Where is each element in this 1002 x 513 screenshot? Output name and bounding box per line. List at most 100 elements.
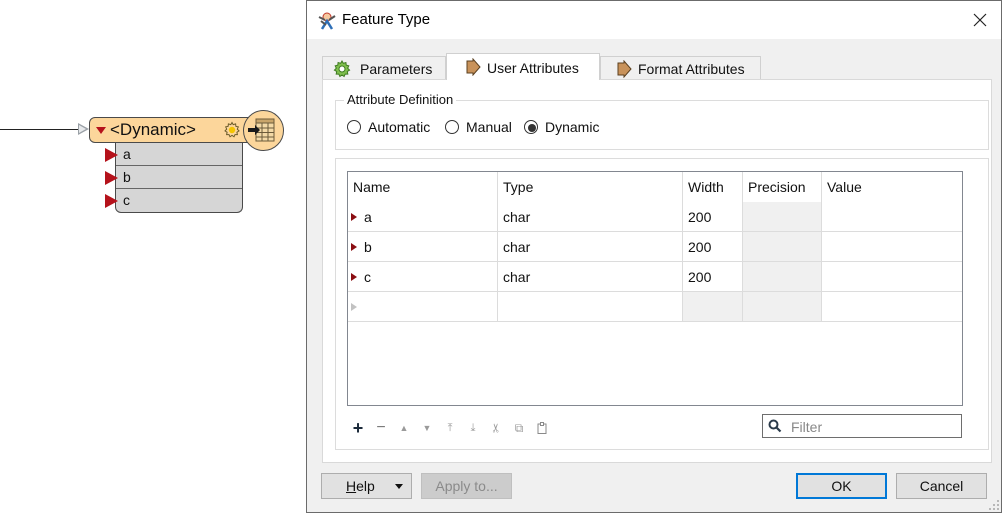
close-button[interactable] <box>969 9 991 31</box>
input-port-icon[interactable] <box>78 123 89 135</box>
cell-name-text: b <box>364 239 372 255</box>
node-title: <Dynamic> <box>110 120 196 139</box>
move-up-button[interactable]: ▲ <box>396 419 412 437</box>
attribute-name: a <box>123 146 131 162</box>
radio-circle[interactable] <box>445 120 459 134</box>
attribute-port-icon[interactable] <box>105 171 118 185</box>
radio-label: Dynamic <box>545 119 600 135</box>
copy-button[interactable]: ⧉ <box>511 419 527 437</box>
cell-name[interactable]: a <box>348 202 498 232</box>
row-marker-icon <box>351 273 357 282</box>
table-row[interactable]: a char 200 <box>348 202 962 232</box>
table-header-row: Name Type Width Precision Value <box>348 172 962 202</box>
column-header-width[interactable]: Width <box>683 172 743 202</box>
move-to-bottom-button[interactable]: ⤓ <box>465 419 481 437</box>
cell-name[interactable] <box>348 292 498 322</box>
resize-grip-icon[interactable] <box>989 500 999 510</box>
node-attribute-row[interactable]: c <box>105 189 242 212</box>
filter-input[interactable] <box>789 418 958 436</box>
chevron-down-icon[interactable] <box>395 484 403 489</box>
collapse-triangle-icon[interactable] <box>96 127 106 134</box>
radio-label: Automatic <box>368 119 431 135</box>
radio-selected-dot <box>528 124 536 132</box>
cancel-button[interactable]: Cancel <box>896 473 987 499</box>
cut-button[interactable]: ✂ <box>487 420 505 436</box>
move-to-top-button[interactable]: ⤒ <box>442 419 458 437</box>
attribute-name: c <box>123 192 130 208</box>
cell-value[interactable] <box>822 232 962 262</box>
fme-app-icon <box>317 11 337 31</box>
attributes-table: Name Type Width Precision Value a char 2… <box>347 171 963 406</box>
cell-precision <box>743 202 822 232</box>
tab-parameters[interactable]: Parameters <box>322 56 446 80</box>
feature-type-node-header[interactable]: <Dynamic> <box>89 117 259 143</box>
search-icon <box>768 419 782 433</box>
radio-circle[interactable] <box>524 120 538 134</box>
connection-line[interactable] <box>0 129 80 130</box>
cell-type[interactable]: char <box>498 232 683 262</box>
cell-type[interactable]: char <box>498 202 683 232</box>
cell-name-text: a <box>364 209 372 225</box>
dialog-titlebar[interactable]: Feature Type <box>307 1 1001 39</box>
remove-row-button[interactable]: − <box>373 419 389 437</box>
writer-table-icon[interactable] <box>243 110 284 151</box>
node-attribute-list: a b c <box>105 143 243 213</box>
add-row-button[interactable]: + <box>350 419 366 437</box>
row-marker-icon <box>351 243 357 252</box>
workspace-canvas[interactable]: <Dynamic> a b c <box>0 0 306 513</box>
feature-type-dialog: Feature Type Parameters User Attributes … <box>306 0 1002 513</box>
column-header-value[interactable]: Value <box>822 172 962 202</box>
tab-user-attributes[interactable]: User Attributes <box>446 53 600 80</box>
cell-type[interactable] <box>498 292 683 322</box>
tab-label: Parameters <box>360 61 433 77</box>
table-row-new[interactable] <box>348 292 962 322</box>
user-attributes-panel: Attribute Definition Automatic Manual Dy… <box>322 79 992 463</box>
filter-field[interactable] <box>762 414 962 438</box>
cell-value[interactable] <box>822 292 962 322</box>
ok-button[interactable]: OK <box>796 473 887 499</box>
column-header-type[interactable]: Type <box>498 172 683 202</box>
row-marker-icon <box>351 213 357 222</box>
apply-to-button: Apply to... <box>421 473 512 499</box>
cell-width[interactable]: 200 <box>683 232 743 262</box>
attribute-name: b <box>123 169 131 185</box>
cell-width <box>683 292 743 322</box>
cell-name[interactable]: c <box>348 262 498 292</box>
clipboard-icon <box>537 422 547 434</box>
arrow-icon <box>465 57 481 79</box>
table-row[interactable]: c char 200 <box>348 262 962 292</box>
move-down-button[interactable]: ▼ <box>419 419 435 437</box>
cell-precision <box>743 262 822 292</box>
cell-value[interactable] <box>822 262 962 292</box>
cell-precision <box>743 292 822 322</box>
gear-icon <box>333 59 351 81</box>
tab-format-attributes[interactable]: Format Attributes <box>600 56 761 80</box>
cell-name[interactable]: b <box>348 232 498 262</box>
attribute-port-icon[interactable] <box>105 194 118 208</box>
tab-label: Format Attributes <box>638 61 745 77</box>
tab-label: User Attributes <box>487 60 579 76</box>
new-row-marker-icon <box>351 303 357 312</box>
column-header-precision[interactable]: Precision <box>743 172 822 202</box>
attribute-port-icon[interactable] <box>105 148 118 162</box>
node-attribute-row[interactable]: b <box>105 166 242 189</box>
cell-width[interactable]: 200 <box>683 262 743 292</box>
radio-circle[interactable] <box>347 120 361 134</box>
help-button[interactable]: Help <box>321 473 412 499</box>
cell-value[interactable] <box>822 202 962 232</box>
help-label: Help <box>346 478 375 494</box>
attribute-definition-group: Attribute Definition Automatic Manual Dy… <box>335 92 989 150</box>
node-attribute-row[interactable]: a <box>105 143 242 166</box>
cell-precision <box>743 232 822 262</box>
arrow-icon <box>616 59 632 81</box>
paste-button[interactable] <box>534 419 550 437</box>
group-title: Attribute Definition <box>344 92 457 107</box>
close-icon <box>973 13 987 27</box>
table-row[interactable]: b char 200 <box>348 232 962 262</box>
gear-icon[interactable] <box>223 121 241 143</box>
cell-type[interactable]: char <box>498 262 683 292</box>
cell-width[interactable]: 200 <box>683 202 743 232</box>
attributes-table-group: Name Type Width Precision Value a char 2… <box>335 158 989 450</box>
column-header-name[interactable]: Name <box>348 172 498 202</box>
cell-name-text: c <box>364 269 371 285</box>
